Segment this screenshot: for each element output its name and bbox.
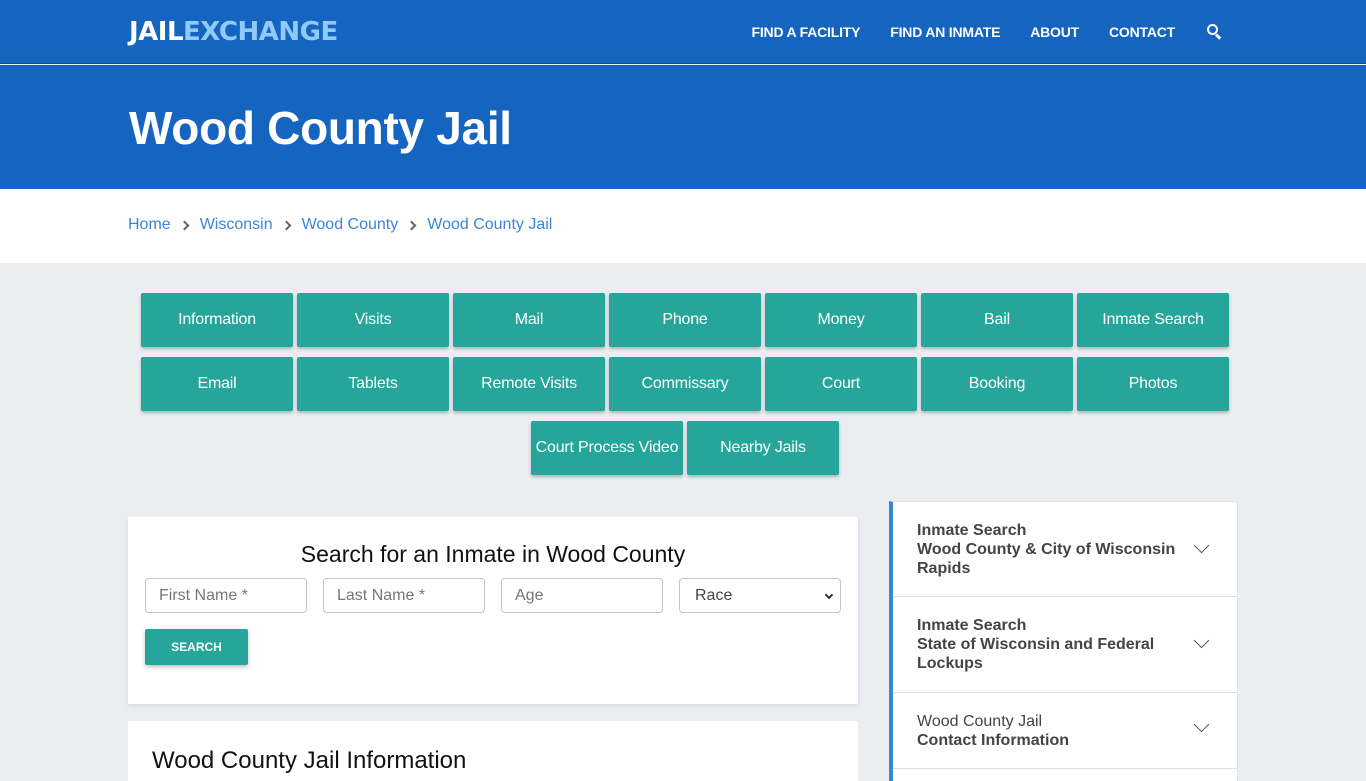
topic-button-bail[interactable]: Bail [921, 293, 1073, 347]
logo-part-exchange: EXCHANGE [183, 17, 338, 47]
topic-button-email[interactable]: Email [141, 357, 293, 411]
jail-information-title: Wood County Jail Information [152, 747, 467, 774]
nav-find-an-inmate[interactable]: FIND AN INMATE [890, 24, 1000, 40]
race-selected-value: Race [695, 586, 733, 604]
topic-button-court-process-video[interactable]: Court Process Video [531, 421, 683, 475]
main-nav: FIND A FACILITY FIND AN INMATE ABOUT CON… [722, 0, 1223, 64]
top-navigation-bar: JAILEXCHANGE FIND A FACILITY FIND AN INM… [0, 0, 1366, 64]
breadcrumb-bar: Home Wisconsin Wood County Wood County J… [0, 189, 1366, 263]
breadcrumb-wisconsin[interactable]: Wisconsin [200, 216, 273, 234]
topic-button-inmate-search[interactable]: Inmate Search [1077, 293, 1229, 347]
breadcrumb-wood-county-jail[interactable]: Wood County Jail [427, 216, 552, 234]
nav-about[interactable]: ABOUT [1030, 24, 1079, 40]
inmate-search-title: Search for an Inmate in Wood County [300, 541, 686, 567]
jailexchange-logo[interactable]: JAILEXCHANGE [129, 17, 338, 47]
accordion-contact-information[interactable]: Wood County Jail Contact Information [893, 693, 1237, 769]
accordion-subheading: State of Wisconsin and Federal [917, 636, 1155, 653]
topic-button-nearby-jails[interactable]: Nearby Jails [687, 421, 839, 475]
logo-part-jail: JAIL [129, 17, 184, 47]
topic-row-1: Information Visits Mail Phone Money Bail… [139, 293, 1231, 347]
topic-button-booking[interactable]: Booking [921, 357, 1073, 411]
accordion-heading: Inmate Search [917, 521, 1027, 539]
last-name-placeholder: Last Name * [337, 586, 426, 604]
inmate-search-card: Search for an Inmate in Wood County Firs… [128, 517, 858, 704]
page-hero: Wood County Jail [0, 65, 1366, 189]
topic-button-phone[interactable]: Phone [609, 293, 761, 347]
chevron-right-icon [406, 220, 417, 230]
accordion-subheading: Wood County & City of Wisconsin [917, 540, 1176, 558]
first-name-placeholder: First Name * [159, 586, 248, 604]
search-button[interactable]: SEARCH [145, 629, 248, 665]
nav-contact[interactable]: CONTACT [1109, 24, 1175, 40]
breadcrumb-wood-county[interactable]: Wood County [302, 216, 399, 234]
page-title: Wood County Jail [129, 102, 512, 154]
topic-button-photos[interactable]: Photos [1077, 357, 1229, 411]
age-placeholder: Age [515, 586, 544, 604]
topic-button-remote-visits[interactable]: Remote Visits [453, 357, 605, 411]
jail-information-card: Wood County Jail Information [128, 721, 858, 781]
sidebar-accordion: Inmate Search Wood County & City of Wisc… [889, 501, 1238, 781]
search-icon[interactable] [1207, 24, 1223, 40]
topic-row-3: Court Process Video Nearby Jails [139, 421, 1231, 475]
topic-button-money[interactable]: Money [765, 293, 917, 347]
nav-find-a-facility[interactable]: FIND A FACILITY [752, 24, 861, 40]
age-input[interactable]: Age [501, 578, 663, 613]
breadcrumb-home[interactable]: Home [128, 216, 171, 234]
accordion-subheading: Contact Information [917, 731, 1069, 749]
accordion-heading: Inmate Search [917, 617, 1027, 634]
topic-button-grid: Information Visits Mail Phone Money Bail… [139, 293, 1231, 485]
accordion-subheading-cont: Lockups [917, 655, 983, 672]
accordion-subheading-cont: Rapids [917, 559, 971, 577]
topic-button-commissary[interactable]: Commissary [609, 357, 761, 411]
chevron-right-icon [179, 220, 190, 230]
race-select[interactable]: Race [679, 578, 841, 613]
topic-button-information[interactable]: Information [141, 293, 293, 347]
search-icon-handle [1214, 33, 1222, 40]
accordion-heading: Wood County Jail [917, 712, 1043, 730]
topic-button-visits[interactable]: Visits [297, 293, 449, 347]
topic-button-mail[interactable]: Mail [453, 293, 605, 347]
chevron-down-icon [824, 590, 834, 600]
last-name-input[interactable]: Last Name * [323, 578, 485, 613]
chevron-right-icon [281, 220, 292, 230]
topic-button-tablets[interactable]: Tablets [297, 357, 449, 411]
first-name-input[interactable]: First Name * [145, 578, 307, 613]
topic-button-court[interactable]: Court [765, 357, 917, 411]
breadcrumb: Home Wisconsin Wood County Wood County J… [128, 216, 552, 234]
accordion-inmate-search-county[interactable]: Inmate Search Wood County & City of Wisc… [893, 502, 1237, 597]
accordion-inmate-search-state[interactable]: Inmate Search State of Wisconsin and Fed… [893, 597, 1237, 693]
topic-row-2: Email Tablets Remote Visits Commissary C… [139, 357, 1231, 411]
